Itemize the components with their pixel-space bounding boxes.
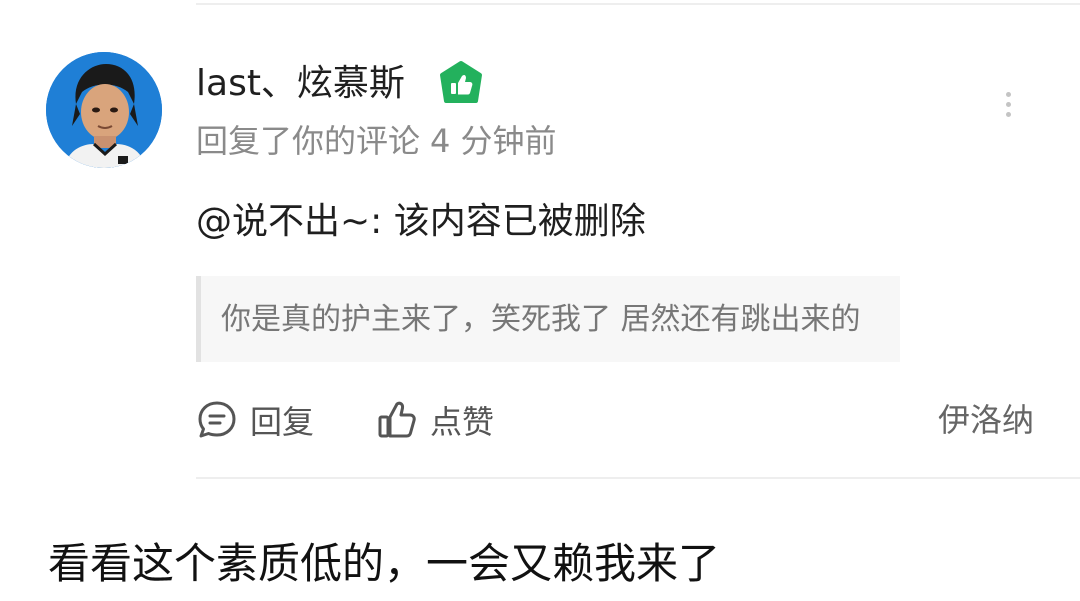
top-divider	[196, 3, 1080, 5]
location-label: 伊洛纳	[937, 401, 1034, 439]
action-text: 回复了你的评论	[196, 122, 421, 160]
reply-button[interactable]: 回复	[196, 396, 314, 444]
like-button[interactable]: 点赞	[376, 396, 494, 444]
more-options-icon[interactable]	[996, 92, 1020, 128]
bottom-divider	[196, 477, 1080, 479]
comment-meta: 回复了你的评论 4 分钟前	[196, 120, 557, 162]
quoted-text: 你是真的护主来了，笑死我了 居然还有跳出来的	[221, 302, 861, 337]
timestamp: 4 分钟前	[430, 122, 557, 160]
quoted-comment[interactable]: 你是真的护主来了，笑死我了 居然还有跳出来的	[196, 276, 900, 362]
caption-text: 看看这个素质低的，一会又赖我来了	[48, 539, 721, 588]
comment-bubble-icon	[198, 401, 236, 438]
username[interactable]: last、炫慕斯	[196, 62, 405, 106]
reply-label: 回复	[250, 403, 315, 441]
reply-text: @说不出~: 该内容已被删除	[196, 201, 646, 242]
like-label: 点赞	[430, 403, 495, 441]
avatar[interactable]	[46, 52, 162, 168]
thumbs-up-badge-icon	[440, 61, 482, 103]
thumbs-up-icon	[378, 401, 416, 438]
